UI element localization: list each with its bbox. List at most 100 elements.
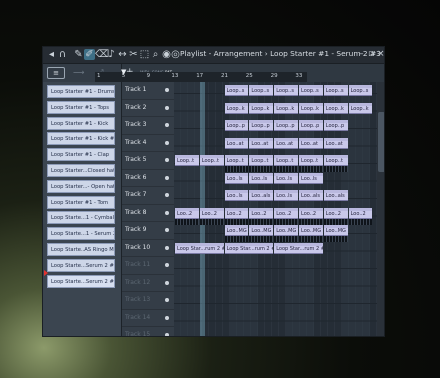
track-header[interactable]: Track 6 [122,170,174,187]
pattern-clip[interactable]: Loo..ls [224,190,249,201]
track-enable-icon[interactable] [165,140,169,145]
track-enable-icon[interactable] [165,333,169,336]
pattern-clip[interactable]: Loo..ls [274,172,298,184]
pattern-clip[interactable]: Loo..MG [299,225,323,236]
track-enable-icon[interactable] [165,210,169,215]
pattern-clip[interactable]: Loop..t [249,155,274,166]
pattern-clip[interactable]: Loo..2 [299,207,323,219]
track-header[interactable]: Track 1 [122,82,174,100]
pattern-clip[interactable]: Loop..t [274,155,298,166]
pattern-clip[interactable]: Loop..t [224,155,249,166]
pattern-clip[interactable]: Loo..at [224,137,249,149]
pattern-clip[interactable]: Loop..p [224,120,249,131]
track-header[interactable]: Track 9 [122,222,174,240]
pattern-clip[interactable]: Loop..k [224,102,249,114]
paint-icon[interactable]: ✎ [73,49,84,60]
pattern-clip[interactable]: Loo..als [323,190,348,201]
pattern-clip[interactable]: Loop..k [274,102,298,114]
pattern-clip[interactable]: Loop..t [199,155,224,166]
pattern-clip[interactable]: Loop..s [224,85,249,96]
pattern-list-item[interactable]: Loop Starte..AS Ringo MG [47,243,115,256]
track-enable-icon[interactable] [165,123,169,127]
arrangement-grid[interactable]: Loop..s Loop..s Loop..s Loop..s Loop..s Loop.… [174,82,384,336]
vertical-scrollbar[interactable] [377,82,384,336]
pattern-list-item[interactable]: Loop Starter #1 - Kick #2 [47,132,115,146]
pattern-clip[interactable]: Loop..s [323,85,348,96]
pattern-clip[interactable]: Loop..k [348,102,373,114]
pattern-clip[interactable]: Loop..s [249,85,274,96]
collapse-icon[interactable]: ◂ [46,49,57,60]
pattern-clip[interactable]: Loop Star...rum 2 #2 [274,242,323,254]
pattern-clip[interactable]: Loo..at [274,137,298,149]
pattern-clip[interactable]: Loop..s [348,85,373,96]
pattern-clip[interactable]: Loo..MG [323,225,348,236]
pattern-list-item[interactable]: Loop Starter...- Open hat [47,179,115,193]
pattern-list-item[interactable]: Loop Starte...Serum 2 #2 [47,258,115,272]
magnet-icon[interactable]: ∩ [57,49,68,60]
pattern-clip[interactable]: Loop..p [249,120,274,131]
close-icon[interactable]: × [377,49,384,60]
pattern-clip[interactable]: Loop..t [323,155,348,166]
pattern-clip[interactable]: Loo..2 [323,207,348,219]
track-header[interactable]: Track 3 [122,117,174,135]
audio-clip-icon[interactable]: ⟶ [73,68,84,77]
pattern-clip[interactable]: Loo..2 [249,207,274,219]
pattern-list-item[interactable]: Loop Starter #1 - Tom [47,195,115,209]
track-header[interactable]: Track 8 [122,205,174,222]
pattern-clip[interactable]: Loo..MG [249,225,274,236]
pattern-clip[interactable]: Loop..p [299,120,323,131]
draw-icon[interactable]: ✐ [84,49,95,60]
pattern-list-item[interactable]: Loop Starte...1 - Serum 2 [47,227,115,241]
track-header[interactable]: Track 11 [122,257,174,275]
pattern-clip[interactable]: Loo..at [299,137,323,149]
track-enable-icon[interactable] [165,315,169,320]
scroll-thumb[interactable] [378,112,384,172]
pattern-list-item[interactable]: Loop Starter...Closed hat [47,164,115,177]
pattern-clip[interactable]: Loo..2 [348,207,373,219]
track-header[interactable]: Track 13 [122,292,174,310]
pattern-list-item[interactable]: Loop Starter #1 - Drums [47,85,115,98]
pattern-clip[interactable]: Loop..k [323,102,348,114]
track-header[interactable]: Track 15 [122,327,174,336]
pattern-clip[interactable]: Loo..2 [175,207,199,219]
track-header[interactable]: Track 4 [122,135,174,152]
maximize-icon[interactable]: ▫ [368,49,374,60]
track-enable-icon[interactable] [165,280,169,285]
pattern-clip[interactable]: Loo..ls [274,190,298,201]
track-enable-icon[interactable] [165,158,169,162]
pattern-clip[interactable]: Loop..s [274,85,298,96]
pattern-list-item[interactable]: Loop Starter #1 - Clap [47,148,115,162]
mute-icon[interactable]: ♪ [106,49,117,60]
pattern-clip[interactable]: Loo..2 [274,207,298,219]
track-header[interactable]: Track 12 [122,275,174,292]
pattern-clip[interactable]: Loo..ls [224,172,249,184]
pattern-clip[interactable]: Loop..k [249,102,274,114]
track-enable-icon[interactable] [165,228,169,232]
timeline-ruler[interactable]: 1 5 9 13 17 21 25 29 33 ▼ [95,68,307,82]
track-header[interactable]: Track 14 [122,310,174,327]
pattern-clip[interactable]: Loo..2 [199,207,224,219]
slip-icon[interactable]: ↔ [117,49,128,60]
track-header[interactable]: Track 10 [122,240,174,257]
select-icon[interactable]: ⬚ [139,49,150,60]
track-enable-icon[interactable] [165,263,169,267]
pattern-list-item[interactable]: Loop Starte...1 - Cymbals [47,211,115,225]
track-header[interactable]: Track 7 [122,187,174,205]
playhead-marker-icon[interactable]: ▼ [121,68,126,76]
pattern-clip[interactable]: Loo..ls [249,172,274,184]
track-enable-icon[interactable] [165,105,169,110]
track-enable-icon[interactable] [165,245,169,250]
track-header[interactable]: Track 2 [122,100,174,117]
pattern-clip[interactable]: Loop..t [175,155,199,166]
pattern-clip[interactable]: Loop Star...rum 2 #2 [224,242,274,254]
pattern-clip[interactable]: Loop..t [299,155,323,166]
zoom-icon[interactable]: ⌕ [150,49,161,60]
track-enable-icon[interactable] [165,88,169,92]
track-enable-icon[interactable] [165,298,169,302]
pattern-list-item[interactable]: Loop Starter #1 - Kick [47,116,115,130]
pattern-clip[interactable]: Loo..MG [274,225,298,236]
pattern-clip[interactable]: Loo..als [299,190,323,201]
minimize-icon[interactable]: – [359,49,364,60]
pattern-clip[interactable]: Loo..als [249,190,274,201]
track-enable-icon[interactable] [165,175,169,180]
